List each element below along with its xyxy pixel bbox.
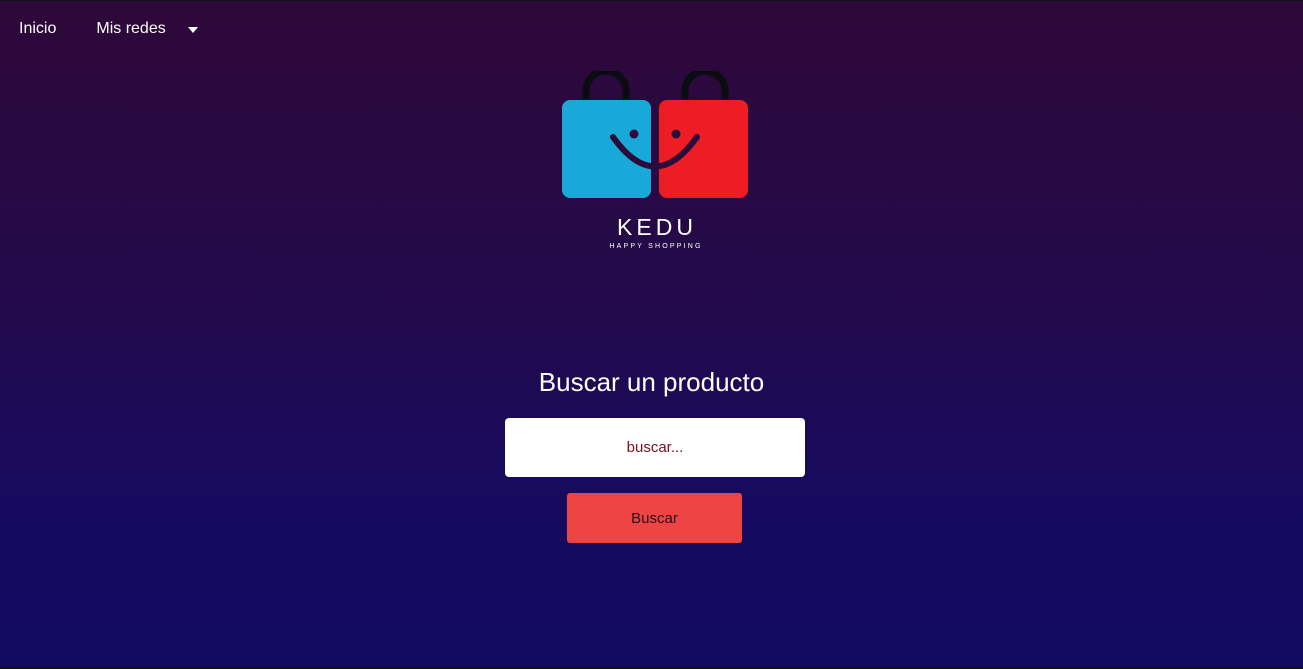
kedu-logo: KEDU HAPPY SHOPPING <box>561 71 749 256</box>
search-button[interactable]: Buscar <box>567 493 742 543</box>
brand-tagline: HAPPY SHOPPING <box>609 243 703 250</box>
right-bag-handle <box>681 71 729 103</box>
nav-home-link[interactable]: Inicio <box>19 20 56 38</box>
right-eye <box>671 129 681 139</box>
nav-networks-dropdown[interactable]: Mis redes <box>96 20 198 38</box>
nav-networks-label: Mis redes <box>96 20 166 37</box>
left-bag-handle <box>582 71 630 103</box>
top-navbar: Inicio Mis redes <box>0 1 198 57</box>
left-eye <box>629 129 639 139</box>
brand-name: KEDU <box>617 214 697 240</box>
right-bag <box>659 100 748 198</box>
search-title: Buscar un producto <box>538 367 765 397</box>
caret-down-icon <box>187 26 198 33</box>
search-input[interactable] <box>505 418 805 477</box>
left-bag <box>562 100 651 198</box>
shopping-bags-logo-icon <box>562 71 748 198</box>
